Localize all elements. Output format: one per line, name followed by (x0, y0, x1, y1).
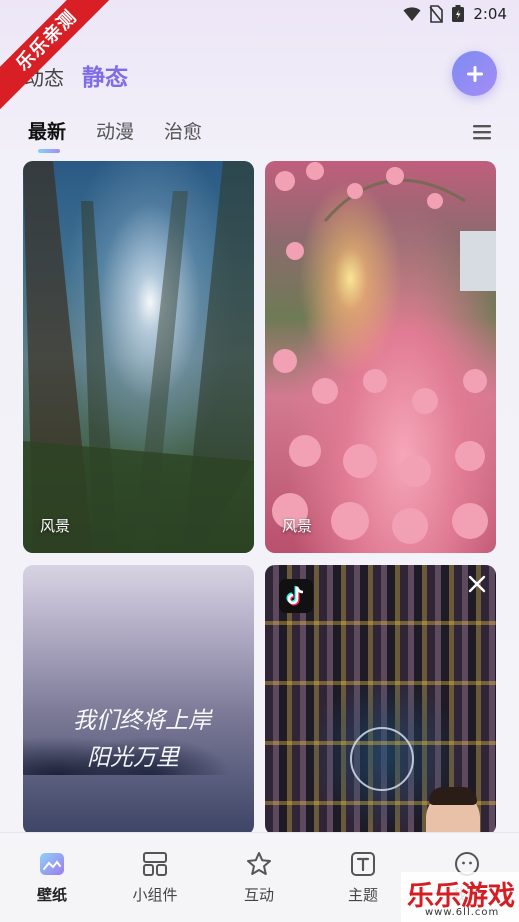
menu-icon[interactable] (473, 124, 491, 140)
tiktok-icon[interactable] (279, 579, 313, 613)
wallpaper-icon (40, 853, 64, 875)
star-icon (247, 852, 271, 875)
category-tabs: 最新 动漫 治愈 (28, 117, 202, 153)
wifi-icon (403, 7, 421, 21)
ad-ring (350, 727, 414, 791)
brand-watermark: 乐乐游戏 www.6ll.com (401, 872, 519, 922)
wallpaper-label: 风景 (40, 517, 71, 535)
clock: 2:04 (473, 5, 507, 23)
nav-wallpaper[interactable]: 壁纸 (12, 851, 92, 905)
battery-icon (452, 5, 465, 22)
nav-widgets[interactable]: 小组件 (115, 851, 195, 905)
nav-interact[interactable]: 互动 (219, 851, 299, 905)
tab-healing[interactable]: 治愈 (164, 117, 202, 144)
forest-trees (23, 161, 254, 553)
nav-theme[interactable]: 主题 (323, 851, 403, 905)
nav-widgets-label: 小组件 (132, 886, 178, 904)
nav-theme-label: 主题 (347, 886, 378, 904)
no-sim-icon (429, 5, 444, 23)
plus-icon (466, 65, 483, 82)
tab-anime[interactable]: 动漫 (96, 117, 134, 144)
ad-card[interactable] (265, 565, 496, 835)
widget-icon (143, 852, 167, 876)
add-button[interactable] (452, 51, 497, 96)
nav-interact-label: 互动 (243, 886, 274, 904)
tab-latest-label: 最新 (28, 121, 67, 143)
ad-person (426, 787, 480, 835)
rose-garden (272, 162, 496, 544)
nav-wallpaper-label: 壁纸 (36, 886, 67, 904)
tab-latest[interactable]: 最新 (28, 117, 67, 153)
wallpaper-card-quote[interactable]: 我们终将上岸 阳光万里 (23, 565, 254, 835)
wallpaper-card-roses[interactable]: 风景 (265, 161, 496, 553)
brand-watermark-url: www.6ll.com (425, 907, 500, 918)
close-icon[interactable] (468, 575, 486, 593)
wallpaper-card-forest[interactable]: 风景 (23, 161, 254, 553)
wallpaper-label: 风景 (282, 517, 313, 535)
quote-line-2: 阳光万里 (87, 744, 179, 771)
active-tab-indicator (38, 149, 60, 153)
theme-icon (351, 852, 375, 876)
watermark-ribbon-text: 乐乐亲测 (0, 0, 110, 110)
watermark-ribbon: 乐乐亲测 (0, 0, 110, 110)
quote-line-1: 我们终将上岸 (73, 708, 211, 734)
wallpaper-app: 2:04 乐乐亲测 动态 静态 最新 动漫 治愈 风景 风景 我们终将上岸 阳光… (0, 0, 519, 922)
wallpaper-quote: 我们终将上岸 阳光万里 (73, 703, 211, 777)
